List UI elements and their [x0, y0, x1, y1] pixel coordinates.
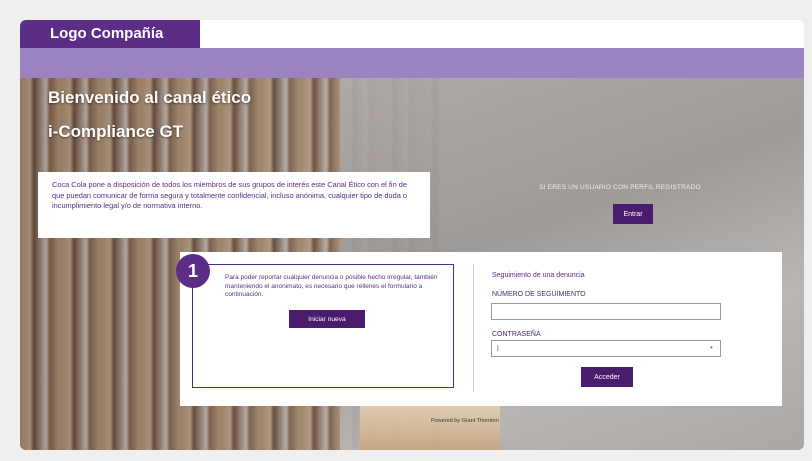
- background-floor: [360, 406, 500, 450]
- section-divider: [473, 264, 474, 392]
- tracking-title: Seguimiento de una denuncia: [492, 272, 585, 279]
- powered-by-text: Powered by Grant Thornton: [431, 418, 499, 424]
- password-input[interactable]: [491, 340, 721, 357]
- enter-button[interactable]: Entrar: [613, 204, 653, 224]
- app-window: Logo Compañía Bienvenido al canal ético …: [20, 20, 804, 450]
- step-number-badge: 1: [176, 254, 210, 288]
- report-description: Para poder reportar cualquier denuncia o…: [225, 274, 438, 299]
- password-visibility-icon[interactable]: •: [710, 343, 713, 352]
- company-logo: Logo Compañía: [20, 20, 200, 48]
- tracking-number-input[interactable]: [491, 303, 721, 320]
- intro-text: Coca Cola pone a disposición de todos lo…: [52, 180, 407, 210]
- nav-bar: [20, 48, 804, 78]
- welcome-title: Bienvenido al canal ético: [48, 88, 252, 107]
- platform-title: i-Compliance GT: [48, 122, 184, 141]
- new-report-button[interactable]: Iniciar nueva denuncia: [289, 310, 365, 341]
- top-bar: Logo Compañía: [20, 20, 804, 48]
- password-label: CONTRASEÑA: [492, 331, 541, 338]
- access-button[interactable]: Acceder: [581, 367, 633, 387]
- intro-box: Coca Cola pone a disposición de todos lo…: [38, 172, 430, 238]
- tracking-number-label: NÚMERO DE SEGUIMIENTO: [492, 291, 586, 298]
- registered-user-text: SI ERES UN USUARIO CON PERFIL REGISTRADO: [539, 184, 701, 191]
